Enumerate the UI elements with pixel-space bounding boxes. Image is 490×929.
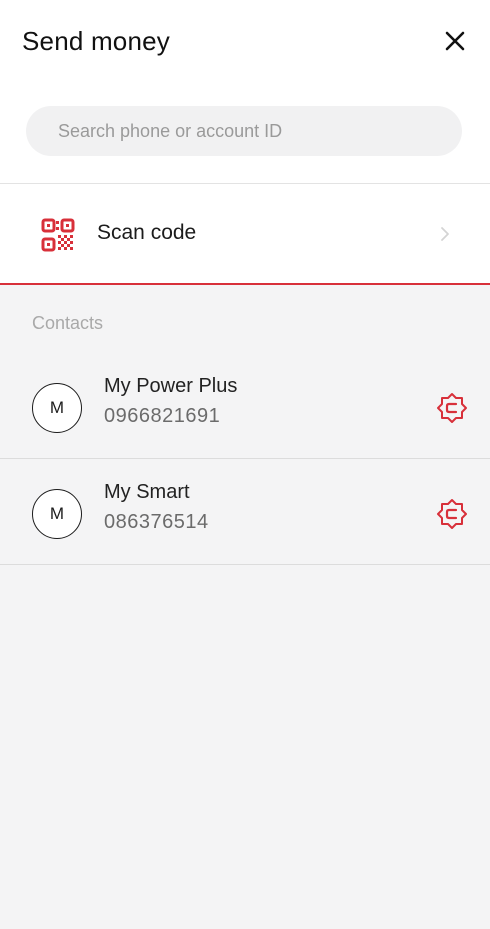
chevron-right-icon xyxy=(441,227,449,241)
close-icon xyxy=(445,31,465,51)
contact-list: M My Power Plus 0966821691 M My Smart 08… xyxy=(0,353,490,565)
contact-number: 0966821691 xyxy=(104,405,221,427)
header: Send money xyxy=(0,0,490,184)
page-title: Send money xyxy=(22,26,170,56)
search-bar[interactable] xyxy=(26,106,462,156)
avatar: M xyxy=(32,383,82,433)
scan-code-row[interactable]: Scan code xyxy=(0,184,490,285)
close-button[interactable] xyxy=(438,24,472,58)
contact-name: My Smart xyxy=(104,481,190,503)
contact-item[interactable]: M My Smart 086376514 xyxy=(0,459,490,565)
qr-code-icon xyxy=(41,218,75,252)
scan-code-label: Scan code xyxy=(97,221,197,244)
avatar: M xyxy=(32,489,82,539)
search-input[interactable] xyxy=(58,120,462,142)
cellcard-badge-icon xyxy=(437,499,467,529)
contact-name: My Power Plus xyxy=(104,375,238,397)
contact-number: 086376514 xyxy=(104,511,209,533)
contact-item[interactable]: M My Power Plus 0966821691 xyxy=(0,353,490,459)
contacts-section-title: Contacts xyxy=(32,313,104,333)
cellcard-badge-icon xyxy=(437,393,467,423)
